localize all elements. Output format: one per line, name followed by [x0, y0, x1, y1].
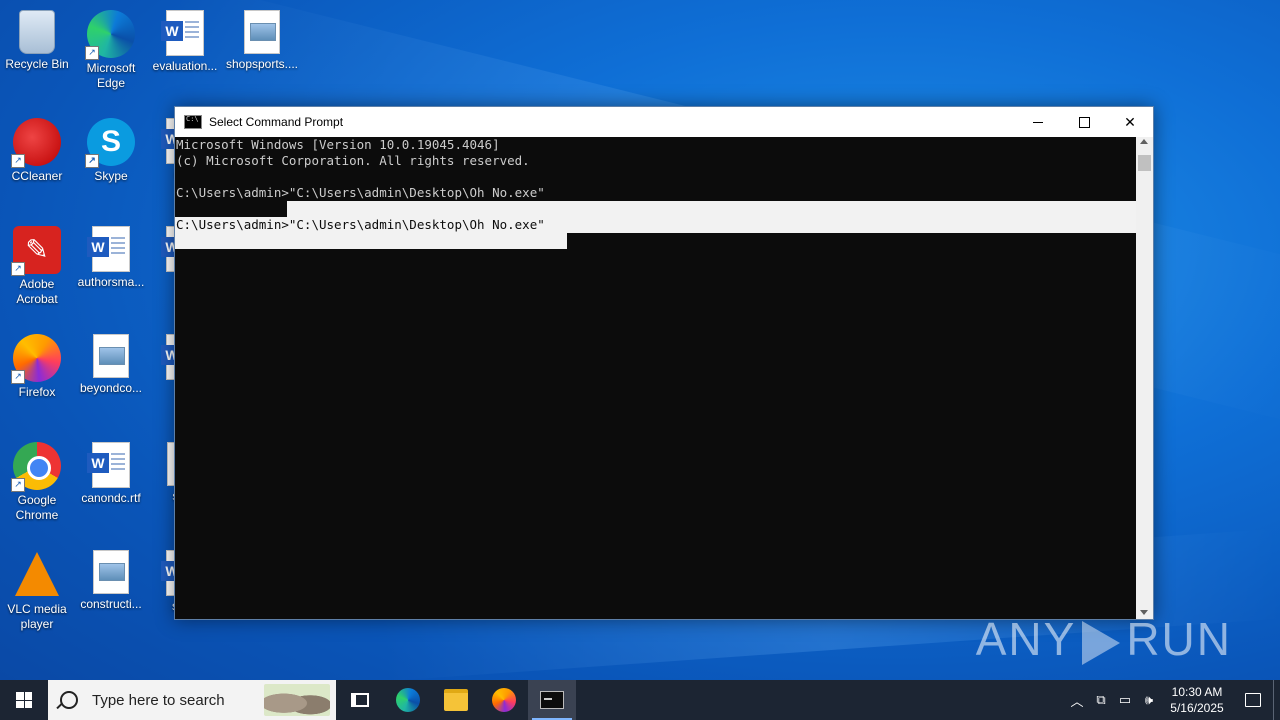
show-desktop-button[interactable]: [1273, 680, 1280, 720]
task-view-button[interactable]: [336, 680, 384, 720]
clock[interactable]: 10:30 AM 5/16/2025: [1161, 684, 1233, 716]
taskbar: Type here to search ︿ ⧉ ▭ 🕪 10:30 AM 5/1…: [0, 680, 1280, 720]
recycle-bin-icon: [19, 10, 55, 54]
command-prompt-window[interactable]: Select Command Prompt ✕ Microsoft Window…: [174, 106, 1154, 620]
desktop-icon-google-chrome[interactable]: ↗ Google Chrome: [0, 436, 74, 523]
title-bar[interactable]: Select Command Prompt ✕: [175, 107, 1153, 137]
image-file-icon: [93, 334, 129, 378]
desktop-icon-firefox[interactable]: ↗ Firefox: [0, 328, 74, 400]
folder-icon: [444, 689, 468, 711]
taskbar-file-explorer[interactable]: [432, 680, 480, 720]
desktop-icon-edge[interactable]: ↗ Microsoft Edge: [74, 4, 148, 91]
clock-date: 5/16/2025: [1170, 701, 1224, 715]
cmd-app-icon[interactable]: [184, 115, 202, 129]
search-highlight-image[interactable]: [264, 684, 330, 716]
cmd-icon: [540, 691, 564, 709]
clock-time: 10:30 AM: [1171, 685, 1223, 699]
skype-icon: S ↗: [85, 118, 135, 168]
notification-center-button[interactable]: [1233, 680, 1273, 720]
window-title: Select Command Prompt: [209, 115, 344, 129]
console-line: (c) Microsoft Corporation. All rights re…: [176, 153, 530, 168]
desktop-icon-evaluation[interactable]: W evaluation...: [148, 4, 222, 74]
chevron-up-icon[interactable]: ︿: [1065, 680, 1089, 720]
taskbar-search-box[interactable]: Type here to search: [48, 680, 336, 720]
word-document-icon: W: [87, 226, 130, 272]
desktop-icon-authorsma[interactable]: W authorsma...: [74, 220, 148, 290]
scroll-up-icon[interactable]: [1140, 139, 1148, 144]
edge-icon: ↗: [85, 10, 135, 60]
console-line-selected: C:\Users\admin>"C:\Users\admin\Desktop\O…: [176, 217, 545, 232]
console-line: Microsoft Windows [Version 10.0.19045.40…: [176, 137, 500, 152]
ccleaner-icon: ↗: [11, 118, 61, 168]
console-output[interactable]: Microsoft Windows [Version 10.0.19045.40…: [175, 137, 1136, 619]
console-line: C:\Users\admin>"C:\Users\admin\Desktop\O…: [176, 185, 545, 200]
chrome-icon: ↗: [11, 442, 61, 492]
windows-logo-icon: [16, 692, 32, 708]
text-selection: [175, 233, 567, 249]
vertical-scrollbar[interactable]: [1136, 137, 1153, 619]
desktop-icon-canondc[interactable]: W canondc.rtf: [74, 436, 148, 506]
desktop-icon-constructi[interactable]: constructi...: [74, 544, 148, 612]
vlc-icon: [15, 552, 59, 596]
desktop-icon-ccleaner[interactable]: ↗ CCleaner: [0, 112, 74, 184]
desktop-icon-recycle-bin[interactable]: Recycle Bin: [0, 4, 74, 72]
desktop-icon-shopsports[interactable]: shopsports....: [225, 4, 299, 72]
desktop-icon-vlc[interactable]: VLC media player: [0, 544, 74, 632]
maximize-button[interactable]: [1061, 107, 1107, 137]
play-logo-icon: [1082, 620, 1121, 665]
desktop-icon-skype[interactable]: S ↗ Skype: [74, 112, 148, 184]
taskbar-firefox[interactable]: [480, 680, 528, 720]
firefox-icon: ↗: [11, 334, 61, 384]
taskbar-edge[interactable]: [384, 680, 432, 720]
system-tray: ︿ ⧉ ▭ 🕪 10:30 AM 5/16/2025: [1065, 680, 1280, 720]
taskbar-command-prompt[interactable]: [528, 680, 576, 720]
search-placeholder: Type here to search: [92, 691, 225, 709]
meet-now-icon[interactable]: ⧉: [1089, 680, 1113, 720]
image-file-icon: [93, 550, 129, 594]
volume-icon[interactable]: 🕪: [1137, 680, 1161, 720]
minimize-button[interactable]: [1015, 107, 1061, 137]
notification-icon: [1245, 693, 1261, 707]
acrobat-icon: ✎ ↗: [11, 226, 61, 276]
edge-icon: [396, 688, 420, 712]
desktop-icon-adobe-acrobat[interactable]: ✎ ↗ Adobe Acrobat: [0, 220, 74, 307]
search-icon: [60, 691, 78, 709]
close-button[interactable]: ✕: [1107, 107, 1153, 137]
desktop-icon-beyondco[interactable]: beyondco...: [74, 328, 148, 396]
network-icon[interactable]: ▭: [1113, 680, 1137, 720]
scroll-thumb[interactable]: [1138, 155, 1151, 171]
word-document-icon: W: [87, 442, 130, 488]
firefox-icon: [492, 688, 516, 712]
image-file-icon: [244, 10, 280, 54]
word-document-icon: W: [161, 10, 204, 56]
text-selection: [287, 201, 1136, 217]
anyrun-watermark: ANY RUN: [975, 613, 1232, 665]
start-button[interactable]: [0, 680, 48, 720]
task-view-icon: [351, 693, 369, 707]
